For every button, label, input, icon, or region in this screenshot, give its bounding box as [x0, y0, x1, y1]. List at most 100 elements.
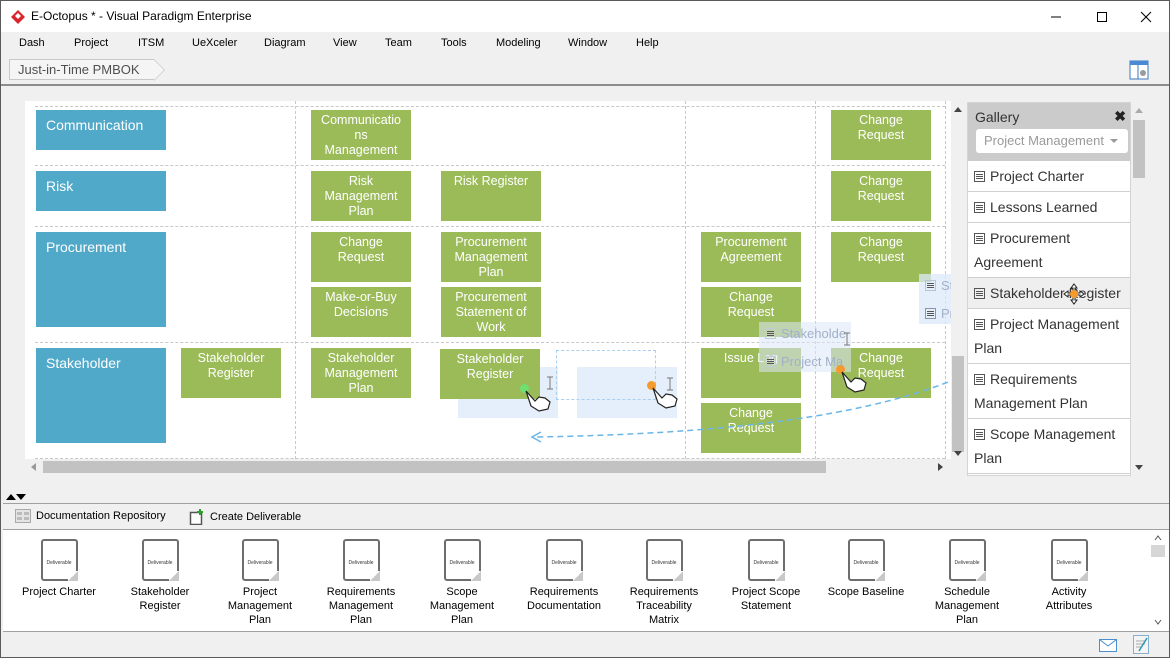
menu-modeling[interactable]: Modeling — [496, 37, 541, 49]
status-bar — [1, 633, 1169, 657]
scroll-up-arrow[interactable] — [1135, 108, 1143, 113]
deliverable-document-icon: Deliverable — [847, 539, 885, 581]
deliverable-label-line: Management — [934, 600, 1000, 612]
deliverable-item[interactable]: Deliverable Project Charter — [9, 539, 109, 599]
menu-diagram[interactable]: Diagram — [264, 37, 306, 49]
deliverable-label-line: Project — [242, 586, 278, 598]
deliverable-item[interactable]: Deliverable Stakeholder Register — [110, 539, 210, 613]
page-fold-icon — [67, 571, 78, 581]
gallery-list: Project Charter Lessons Learned Procurem… — [968, 161, 1130, 475]
gallery-item[interactable]: Requirements Management Plan — [968, 364, 1130, 419]
deliverable-item[interactable]: Deliverable Schedule Management Plan — [917, 539, 1017, 627]
title-bar: E-Octopus * - Visual Paradigm Enterprise — [1, 1, 1169, 32]
scroll-left-arrow[interactable] — [31, 463, 36, 471]
panel-layout-icon[interactable] — [1129, 60, 1149, 80]
scroll-thumb[interactable] — [952, 356, 964, 452]
gallery-category-value: Project Management — [984, 133, 1104, 148]
edit-document-icon[interactable] — [1133, 635, 1149, 654]
deliverable-icon-text: Deliverable — [46, 560, 72, 566]
deliverable-item[interactable]: Deliverable Project Scope Statement — [716, 539, 816, 613]
deliverable-item[interactable]: Deliverable Requirements Management Plan — [311, 539, 411, 627]
deliverable-label-line: Plan — [955, 614, 979, 626]
page-fold-icon — [168, 571, 179, 581]
scroll-down-arrow[interactable] — [954, 451, 962, 456]
deliverable-item[interactable]: Deliverable Scope Baseline — [816, 539, 916, 599]
scroll-thumb[interactable] — [43, 461, 826, 473]
deliverable-item[interactable]: Deliverable Requirements Traceability Matri… — [614, 539, 714, 627]
menu-window[interactable]: Window — [568, 37, 607, 49]
minimize-button[interactable] — [1033, 1, 1079, 32]
menu-bar: Dash Project ITSM UeXceler Diagram View … — [1, 32, 1169, 56]
page-fold-icon — [1077, 571, 1088, 581]
menu-team[interactable]: Team — [385, 37, 412, 49]
gallery-title: Gallery — [975, 109, 1020, 125]
deliverable-icon-text: Deliverable — [247, 560, 273, 566]
panel-splitter[interactable] — [1, 491, 1169, 503]
deliverable-label-line: Management — [429, 600, 495, 612]
menu-help[interactable]: Help — [636, 37, 659, 49]
chevron-down-icon — [1110, 139, 1118, 143]
close-window-button[interactable] — [1123, 1, 1169, 32]
create-deliverable-button[interactable]: Create Deliverable — [189, 509, 301, 525]
scroll-up-arrow[interactable] — [954, 107, 962, 112]
page-fold-icon — [369, 571, 380, 581]
diagram-canvas[interactable]: Communication Risk Procurement Stakehold… — [25, 101, 951, 459]
menu-project[interactable]: Project — [74, 37, 108, 49]
scroll-thumb[interactable] — [1151, 545, 1165, 557]
deliverable-item[interactable]: Deliverable Activity Attributes — [1019, 539, 1119, 613]
gallery-category-select[interactable]: Project Management — [976, 129, 1128, 153]
document-icon — [974, 429, 985, 440]
gallery-scrollbar[interactable] — [1131, 102, 1147, 476]
gallery-item[interactable]: Procurement Agreement — [968, 223, 1130, 278]
deliverable-icon-text: Deliverable — [348, 560, 374, 566]
document-icon — [974, 171, 985, 182]
documentation-repository-button[interactable]: Documentation Repository — [15, 509, 166, 523]
page-fold-icon — [774, 571, 785, 581]
deliverables-scrollbar[interactable] — [1151, 533, 1165, 629]
canvas-vertical-scrollbar[interactable] — [951, 101, 965, 459]
collapse-down-icon[interactable] — [16, 494, 26, 500]
deliverable-label-line: Scope — [446, 586, 478, 598]
gallery-item[interactable]: Project Charter — [968, 161, 1130, 192]
close-icon[interactable]: ✖ — [1114, 108, 1126, 125]
breadcrumb-item[interactable]: Just-in-Time PMBOK — [9, 59, 165, 81]
menu-uexceler[interactable]: UeXceler — [192, 37, 237, 49]
drag-path — [530, 380, 951, 443]
page-fold-icon — [672, 571, 683, 581]
deliverable-item[interactable]: Deliverable Project Management Plan — [210, 539, 310, 627]
deliverable-label-line: Statement — [740, 600, 792, 612]
deliverable-item[interactable]: Deliverable Scope Management Plan — [412, 539, 512, 627]
menu-itsm[interactable]: ITSM — [138, 37, 164, 49]
breadcrumb-bar: Just-in-Time PMBOK — [1, 56, 1169, 86]
gallery-item[interactable]: Project Management Plan — [968, 309, 1130, 364]
documentation-repository-label: Documentation Repository — [36, 510, 166, 522]
menu-dash[interactable]: Dash — [19, 37, 45, 49]
gallery-item-hovered[interactable]: Stakeholder Register — [968, 278, 1130, 309]
deliverable-icon-text: Deliverable — [551, 560, 577, 566]
deliverable-label-line: Documentation — [527, 600, 601, 612]
deliverables-container: Deliverable Project Charter Deliverable Sta… — [3, 529, 1149, 632]
chevron-up-icon[interactable] — [1154, 535, 1162, 541]
gallery-item[interactable]: Scope Management Plan — [968, 419, 1130, 474]
gallery-item[interactable]: Lessons Learned — [968, 192, 1130, 223]
scroll-thumb[interactable] — [1133, 120, 1145, 178]
gallery-panel: Gallery ✖ Project Management Project Cha… — [967, 102, 1131, 476]
maximize-button[interactable] — [1079, 1, 1125, 32]
scroll-down-arrow[interactable] — [1135, 465, 1143, 470]
canvas-horizontal-scrollbar[interactable] — [25, 459, 951, 475]
gallery-item[interactable]: Requirements — [968, 474, 1130, 475]
mail-icon[interactable] — [1099, 639, 1117, 652]
menu-view[interactable]: View — [333, 37, 357, 49]
chevron-down-icon[interactable] — [1154, 619, 1162, 625]
menu-tools[interactable]: Tools — [441, 37, 467, 49]
deliverable-item[interactable]: Deliverable Requirements Documentation — [514, 539, 614, 613]
text-cursor-icon — [667, 377, 673, 391]
expand-up-icon[interactable] — [6, 494, 16, 500]
hand-cursor-icon — [652, 387, 678, 409]
close-icon — [1140, 11, 1152, 22]
minimize-icon — [1051, 16, 1061, 17]
scroll-right-arrow[interactable] — [938, 463, 943, 471]
repository-icon — [15, 509, 31, 523]
deliverable-label-line: Management — [227, 600, 293, 612]
document-icon — [974, 288, 985, 299]
